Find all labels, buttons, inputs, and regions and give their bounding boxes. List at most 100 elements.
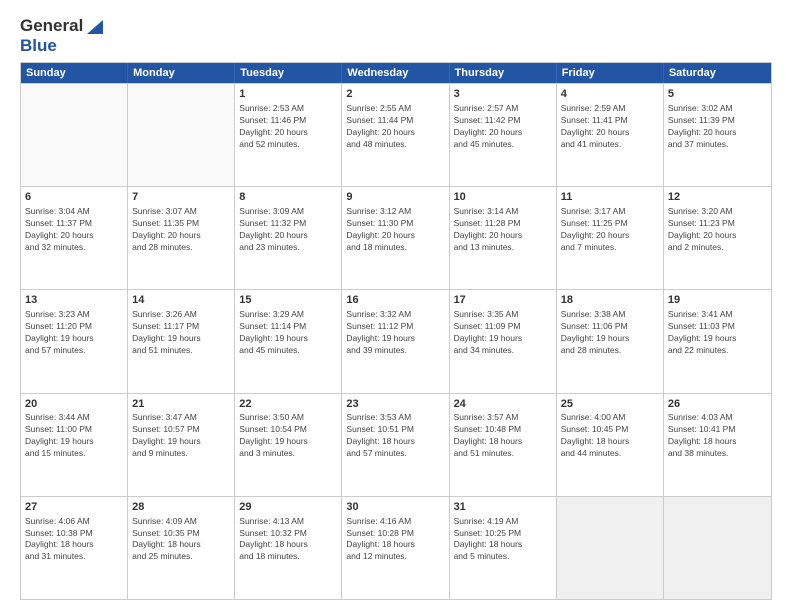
calendar-cell: 2Sunrise: 2:55 AM Sunset: 11:44 PM Dayli… (342, 84, 449, 186)
day-number: 25 (561, 397, 659, 412)
day-number: 21 (132, 397, 230, 412)
day-content: Sunrise: 3:50 AM Sunset: 10:54 PM Daylig… (239, 412, 337, 460)
calendar-header-cell: Thursday (450, 63, 557, 83)
day-number: 28 (132, 500, 230, 515)
day-content: Sunrise: 3:12 AM Sunset: 11:30 PM Daylig… (346, 206, 444, 254)
calendar-cell: 18Sunrise: 3:38 AM Sunset: 11:06 PM Dayl… (557, 290, 664, 392)
day-number: 14 (132, 293, 230, 308)
day-content: Sunrise: 2:59 AM Sunset: 11:41 PM Daylig… (561, 103, 659, 151)
calendar: SundayMondayTuesdayWednesdayThursdayFrid… (20, 62, 772, 600)
calendar-cell: 23Sunrise: 3:53 AM Sunset: 10:51 PM Dayl… (342, 394, 449, 496)
day-number: 17 (454, 293, 552, 308)
day-content: Sunrise: 3:38 AM Sunset: 11:06 PM Daylig… (561, 309, 659, 357)
calendar-cell: 12Sunrise: 3:20 AM Sunset: 11:23 PM Dayl… (664, 187, 771, 289)
day-number: 3 (454, 87, 552, 102)
day-content: Sunrise: 3:26 AM Sunset: 11:17 PM Daylig… (132, 309, 230, 357)
calendar-week: 20Sunrise: 3:44 AM Sunset: 11:00 PM Dayl… (21, 393, 771, 496)
day-content: Sunrise: 3:23 AM Sunset: 11:20 PM Daylig… (25, 309, 123, 357)
logo-arrow-icon (85, 20, 103, 34)
calendar-week: 1Sunrise: 2:53 AM Sunset: 11:46 PM Dayli… (21, 83, 771, 186)
day-number: 6 (25, 190, 123, 205)
calendar-header-cell: Saturday (664, 63, 771, 83)
day-number: 23 (346, 397, 444, 412)
day-number: 1 (239, 87, 337, 102)
calendar-week: 13Sunrise: 3:23 AM Sunset: 11:20 PM Dayl… (21, 289, 771, 392)
day-number: 4 (561, 87, 659, 102)
calendar-cell: 29Sunrise: 4:13 AM Sunset: 10:32 PM Dayl… (235, 497, 342, 599)
calendar-cell: 19Sunrise: 3:41 AM Sunset: 11:03 PM Dayl… (664, 290, 771, 392)
calendar-cell: 13Sunrise: 3:23 AM Sunset: 11:20 PM Dayl… (21, 290, 128, 392)
day-content: Sunrise: 4:13 AM Sunset: 10:32 PM Daylig… (239, 516, 337, 564)
calendar-cell: 22Sunrise: 3:50 AM Sunset: 10:54 PM Dayl… (235, 394, 342, 496)
day-content: Sunrise: 3:29 AM Sunset: 11:14 PM Daylig… (239, 309, 337, 357)
day-number: 16 (346, 293, 444, 308)
day-content: Sunrise: 4:16 AM Sunset: 10:28 PM Daylig… (346, 516, 444, 564)
day-content: Sunrise: 4:00 AM Sunset: 10:45 PM Daylig… (561, 412, 659, 460)
day-number: 15 (239, 293, 337, 308)
day-number: 7 (132, 190, 230, 205)
day-number: 29 (239, 500, 337, 515)
day-content: Sunrise: 2:57 AM Sunset: 11:42 PM Daylig… (454, 103, 552, 151)
day-content: Sunrise: 3:04 AM Sunset: 11:37 PM Daylig… (25, 206, 123, 254)
day-number: 20 (25, 397, 123, 412)
calendar-body: 1Sunrise: 2:53 AM Sunset: 11:46 PM Dayli… (21, 83, 771, 599)
day-content: Sunrise: 4:19 AM Sunset: 10:25 PM Daylig… (454, 516, 552, 564)
calendar-cell: 31Sunrise: 4:19 AM Sunset: 10:25 PM Dayl… (450, 497, 557, 599)
calendar-cell: 11Sunrise: 3:17 AM Sunset: 11:25 PM Dayl… (557, 187, 664, 289)
calendar-header-cell: Sunday (21, 63, 128, 83)
day-content: Sunrise: 4:06 AM Sunset: 10:38 PM Daylig… (25, 516, 123, 564)
day-content: Sunrise: 4:09 AM Sunset: 10:35 PM Daylig… (132, 516, 230, 564)
day-content: Sunrise: 3:44 AM Sunset: 11:00 PM Daylig… (25, 412, 123, 460)
day-content: Sunrise: 3:02 AM Sunset: 11:39 PM Daylig… (668, 103, 767, 151)
day-content: Sunrise: 3:09 AM Sunset: 11:32 PM Daylig… (239, 206, 337, 254)
calendar-cell: 25Sunrise: 4:00 AM Sunset: 10:45 PM Dayl… (557, 394, 664, 496)
day-number: 8 (239, 190, 337, 205)
calendar-cell (557, 497, 664, 599)
day-number: 27 (25, 500, 123, 515)
calendar-cell: 8Sunrise: 3:09 AM Sunset: 11:32 PM Dayli… (235, 187, 342, 289)
day-number: 11 (561, 190, 659, 205)
header: General Blue (20, 16, 772, 56)
calendar-cell: 5Sunrise: 3:02 AM Sunset: 11:39 PM Dayli… (664, 84, 771, 186)
day-content: Sunrise: 3:41 AM Sunset: 11:03 PM Daylig… (668, 309, 767, 357)
calendar-cell: 14Sunrise: 3:26 AM Sunset: 11:17 PM Dayl… (128, 290, 235, 392)
day-content: Sunrise: 3:53 AM Sunset: 10:51 PM Daylig… (346, 412, 444, 460)
day-number: 9 (346, 190, 444, 205)
day-content: Sunrise: 3:17 AM Sunset: 11:25 PM Daylig… (561, 206, 659, 254)
calendar-cell: 10Sunrise: 3:14 AM Sunset: 11:28 PM Dayl… (450, 187, 557, 289)
calendar-cell: 26Sunrise: 4:03 AM Sunset: 10:41 PM Dayl… (664, 394, 771, 496)
day-number: 5 (668, 87, 767, 102)
calendar-cell: 17Sunrise: 3:35 AM Sunset: 11:09 PM Dayl… (450, 290, 557, 392)
calendar-cell: 6Sunrise: 3:04 AM Sunset: 11:37 PM Dayli… (21, 187, 128, 289)
day-number: 31 (454, 500, 552, 515)
page: General Blue SundayMondayTuesdayWednesda… (0, 0, 792, 612)
day-number: 24 (454, 397, 552, 412)
calendar-cell: 27Sunrise: 4:06 AM Sunset: 10:38 PM Dayl… (21, 497, 128, 599)
calendar-cell: 1Sunrise: 2:53 AM Sunset: 11:46 PM Dayli… (235, 84, 342, 186)
calendar-header-cell: Wednesday (342, 63, 449, 83)
calendar-cell (128, 84, 235, 186)
day-content: Sunrise: 3:47 AM Sunset: 10:57 PM Daylig… (132, 412, 230, 460)
day-content: Sunrise: 2:55 AM Sunset: 11:44 PM Daylig… (346, 103, 444, 151)
calendar-cell: 3Sunrise: 2:57 AM Sunset: 11:42 PM Dayli… (450, 84, 557, 186)
calendar-cell: 4Sunrise: 2:59 AM Sunset: 11:41 PM Dayli… (557, 84, 664, 186)
day-content: Sunrise: 3:57 AM Sunset: 10:48 PM Daylig… (454, 412, 552, 460)
calendar-week: 6Sunrise: 3:04 AM Sunset: 11:37 PM Dayli… (21, 186, 771, 289)
day-number: 22 (239, 397, 337, 412)
calendar-cell: 20Sunrise: 3:44 AM Sunset: 11:00 PM Dayl… (21, 394, 128, 496)
calendar-header-cell: Friday (557, 63, 664, 83)
day-content: Sunrise: 3:07 AM Sunset: 11:35 PM Daylig… (132, 206, 230, 254)
calendar-header-cell: Monday (128, 63, 235, 83)
calendar-cell: 24Sunrise: 3:57 AM Sunset: 10:48 PM Dayl… (450, 394, 557, 496)
calendar-cell: 16Sunrise: 3:32 AM Sunset: 11:12 PM Dayl… (342, 290, 449, 392)
day-content: Sunrise: 4:03 AM Sunset: 10:41 PM Daylig… (668, 412, 767, 460)
day-number: 13 (25, 293, 123, 308)
calendar-cell: 28Sunrise: 4:09 AM Sunset: 10:35 PM Dayl… (128, 497, 235, 599)
calendar-cell: 7Sunrise: 3:07 AM Sunset: 11:35 PM Dayli… (128, 187, 235, 289)
calendar-header-cell: Tuesday (235, 63, 342, 83)
day-number: 18 (561, 293, 659, 308)
calendar-cell: 9Sunrise: 3:12 AM Sunset: 11:30 PM Dayli… (342, 187, 449, 289)
day-number: 30 (346, 500, 444, 515)
calendar-cell (664, 497, 771, 599)
logo-blue-text: Blue (20, 36, 57, 56)
